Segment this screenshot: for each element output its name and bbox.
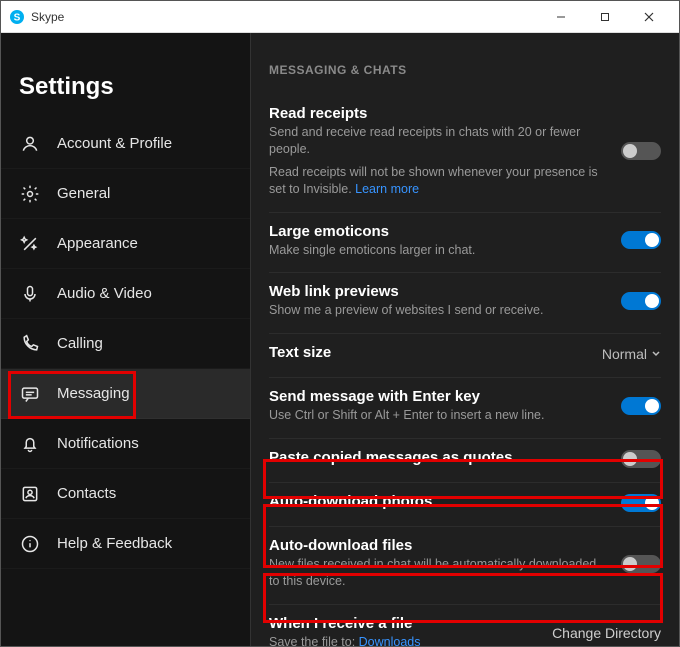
- receive-file-sub: Save the file to: Downloads: [269, 634, 540, 646]
- sidebar-item-label: Calling: [57, 335, 103, 352]
- svg-text:S: S: [14, 12, 21, 23]
- web-link-toggle[interactable]: [621, 292, 661, 310]
- settings-heading: Settings: [1, 53, 250, 119]
- bell-icon: [19, 433, 41, 455]
- paste-quotes-toggle[interactable]: [621, 450, 661, 468]
- window-titlebar: S Skype: [1, 1, 679, 33]
- sidebar-item-account[interactable]: Account & Profile: [1, 119, 250, 169]
- row-read-receipts: Read receipts Send and receive read rece…: [269, 95, 661, 213]
- maximize-button[interactable]: [583, 2, 627, 32]
- large-emoticons-sub: Make single emoticons larger in chat.: [269, 242, 609, 259]
- contacts-icon: [19, 483, 41, 505]
- web-link-sub: Show me a preview of websites I send or …: [269, 302, 609, 319]
- section-header: MESSAGING & CHATS: [269, 63, 661, 77]
- phone-icon: [19, 333, 41, 355]
- auto-photos-toggle[interactable]: [621, 494, 661, 512]
- enter-key-sub: Use Ctrl or Shift or Alt + Enter to inse…: [269, 407, 609, 424]
- sidebar-item-calling[interactable]: Calling: [1, 319, 250, 369]
- read-receipts-sub1: Send and receive read receipts in chats …: [269, 124, 609, 158]
- minimize-button[interactable]: [539, 2, 583, 32]
- row-receive-file: When I receive a file Save the file to: …: [269, 605, 661, 646]
- chevron-down-icon: [651, 346, 661, 362]
- row-auto-files: Auto-download files New files received i…: [269, 527, 661, 605]
- text-size-select[interactable]: Normal: [602, 346, 661, 362]
- text-size-title: Text size: [269, 344, 590, 361]
- info-icon: [19, 533, 41, 555]
- close-button[interactable]: [627, 2, 671, 32]
- sidebar-item-label: Messaging: [57, 385, 130, 402]
- sidebar-item-label: Account & Profile: [57, 135, 172, 152]
- settings-sidebar: Settings Account & Profile General Appea…: [1, 33, 251, 646]
- microphone-icon: [19, 283, 41, 305]
- sidebar-item-label: Appearance: [57, 235, 138, 252]
- receive-file-title: When I receive a file: [269, 615, 540, 632]
- sidebar-item-label: Contacts: [57, 485, 116, 502]
- sidebar-item-general[interactable]: General: [1, 169, 250, 219]
- settings-main: MESSAGING & CHATS Read receipts Send and…: [251, 33, 679, 646]
- row-auto-photos: Auto-download photos: [269, 483, 661, 527]
- enter-key-title: Send message with Enter key: [269, 388, 609, 405]
- large-emoticons-toggle[interactable]: [621, 231, 661, 249]
- row-text-size: Text size Normal: [269, 334, 661, 378]
- auto-files-toggle[interactable]: [621, 555, 661, 573]
- read-receipts-toggle[interactable]: [621, 142, 661, 160]
- skype-icon: S: [9, 9, 25, 25]
- sidebar-item-appearance[interactable]: Appearance: [1, 219, 250, 269]
- sidebar-item-messaging[interactable]: Messaging: [1, 369, 250, 419]
- downloads-folder-link[interactable]: Downloads: [359, 635, 421, 646]
- auto-files-title: Auto-download files: [269, 537, 609, 554]
- auto-files-sub: New files received in chat will be autom…: [269, 556, 609, 590]
- sidebar-item-label: Audio & Video: [57, 285, 152, 302]
- window-title: Skype: [31, 10, 64, 24]
- paste-quotes-title: Paste copied messages as quotes: [269, 449, 609, 466]
- sidebar-item-label: Help & Feedback: [57, 535, 172, 552]
- sidebar-item-contacts[interactable]: Contacts: [1, 469, 250, 519]
- read-receipts-title: Read receipts: [269, 105, 609, 122]
- person-icon: [19, 133, 41, 155]
- web-link-title: Web link previews: [269, 283, 609, 300]
- row-paste-quotes: Paste copied messages as quotes: [269, 439, 661, 483]
- wand-icon: [19, 233, 41, 255]
- large-emoticons-title: Large emoticons: [269, 223, 609, 240]
- learn-more-link[interactable]: Learn more: [355, 182, 419, 196]
- read-receipts-sub2: Read receipts will not be shown whenever…: [269, 164, 609, 198]
- row-web-link-previews: Web link previews Show me a preview of w…: [269, 273, 661, 334]
- sidebar-item-help[interactable]: Help & Feedback: [1, 519, 250, 569]
- sidebar-item-notifications[interactable]: Notifications: [1, 419, 250, 469]
- sidebar-item-audio-video[interactable]: Audio & Video: [1, 269, 250, 319]
- sidebar-item-label: Notifications: [57, 435, 139, 452]
- enter-key-toggle[interactable]: [621, 397, 661, 415]
- message-icon: [19, 383, 41, 405]
- sidebar-item-label: General: [57, 185, 110, 202]
- row-large-emoticons: Large emoticons Make single emoticons la…: [269, 213, 661, 274]
- auto-photos-title: Auto-download photos: [269, 493, 609, 510]
- gear-icon: [19, 183, 41, 205]
- row-enter-key: Send message with Enter key Use Ctrl or …: [269, 378, 661, 439]
- change-directory-button[interactable]: Change Directory: [552, 625, 661, 641]
